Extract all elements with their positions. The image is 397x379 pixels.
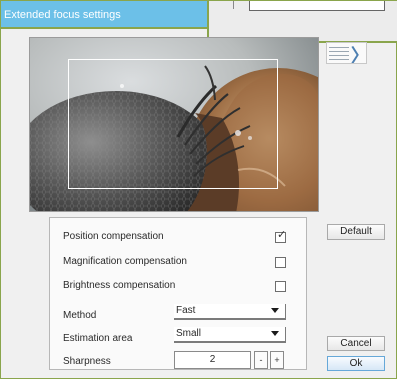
background-window-tick xyxy=(233,1,234,9)
cancel-button[interactable]: Cancel xyxy=(327,336,385,351)
checkmark-icon: ✓ xyxy=(277,229,287,241)
brightness-compensation-checkbox[interactable] xyxy=(275,281,286,292)
expand-panel-button[interactable]: 〉 xyxy=(326,42,367,64)
image-preview xyxy=(29,37,319,212)
estimation-area-label: Estimation area xyxy=(63,333,133,344)
extended-focus-settings-window: Extended focus settings Position compens… xyxy=(0,0,397,379)
estimation-area-selected-value: Small xyxy=(176,328,202,339)
plus-icon: + xyxy=(274,355,280,365)
background-window-panel xyxy=(249,1,385,11)
estimation-area-dropdown[interactable]: Small xyxy=(174,327,286,343)
panel-lines-icon xyxy=(329,47,349,48)
sharpness-increment-button[interactable]: + xyxy=(270,351,284,369)
minus-icon: - xyxy=(259,355,263,365)
chevron-right-icon: 〉 xyxy=(351,43,366,63)
ok-button-label: Ok xyxy=(349,358,363,369)
default-button[interactable]: Default xyxy=(327,224,385,240)
sharpness-decrement-button[interactable]: - xyxy=(254,351,268,369)
method-label: Method xyxy=(63,310,97,321)
sharpness-input[interactable]: 2 xyxy=(174,351,251,369)
panel-line xyxy=(329,59,349,60)
focus-area-rectangle[interactable] xyxy=(68,59,278,189)
default-button-label: Default xyxy=(340,226,372,237)
brightness-compensation-label: Brightness compensation xyxy=(63,280,176,291)
panel-line xyxy=(329,55,349,56)
magnification-compensation-label: Magnification compensation xyxy=(63,256,187,267)
method-selected-value: Fast xyxy=(176,305,196,316)
chevron-down-icon xyxy=(271,308,279,313)
panel-line xyxy=(329,51,349,52)
position-compensation-label: Position compensation xyxy=(63,231,164,242)
sharpness-label: Sharpness xyxy=(63,356,111,367)
ok-button[interactable]: Ok xyxy=(327,356,385,371)
window-title: Extended focus settings xyxy=(1,1,209,29)
chevron-down-icon xyxy=(271,331,279,336)
sharpness-value: 2 xyxy=(209,354,216,365)
magnification-compensation-checkbox[interactable] xyxy=(275,257,286,268)
cancel-button-label: Cancel xyxy=(340,338,372,349)
settings-panel: Position compensation ✓ Magnification co… xyxy=(49,217,307,370)
position-compensation-checkbox[interactable]: ✓ xyxy=(275,229,287,243)
method-dropdown[interactable]: Fast xyxy=(174,304,286,320)
